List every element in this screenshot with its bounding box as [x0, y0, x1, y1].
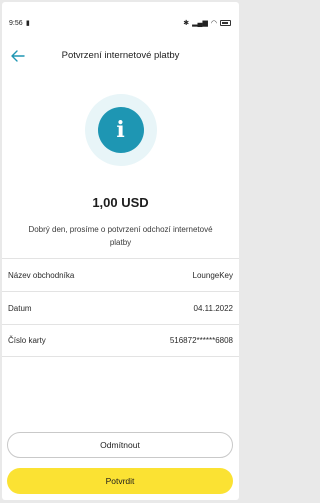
detail-value: 516872******6808: [169, 336, 233, 345]
detail-label: Číslo karty: [8, 336, 46, 345]
detail-row-merchant: Název obchodníka LoungeKey: [2, 258, 239, 291]
phone-screen: 9:56 ▮ ✱ ▂▄▆ ◠ Potvrzení internetové pla…: [2, 2, 239, 500]
detail-label: Datum: [8, 303, 32, 313]
status-bar: 9:56 ▮ ✱ ▂▄▆ ◠: [2, 2, 239, 38]
battery-icon: [220, 20, 231, 26]
payment-amount: 1,00 USD: [92, 195, 149, 210]
bluetooth-icon: ✱: [183, 20, 190, 27]
confirmation-message: Dobrý den, prosíme o potvrzení odchozí i…: [28, 225, 213, 247]
status-icons: ✱ ▂▄▆ ◠: [183, 19, 231, 27]
detail-value: 04.11.2022: [193, 303, 233, 313]
page-title: Potvrzení internetové platby: [61, 50, 180, 61]
confirm-button[interactable]: Potvrdit: [7, 468, 233, 494]
signal-icon: ▂▄▆: [192, 20, 208, 27]
reject-button[interactable]: Odmítnout: [7, 432, 233, 458]
wifi-icon: ◠: [210, 20, 217, 27]
detail-label: Název obchodníka: [8, 270, 75, 280]
info-icon: i: [97, 107, 144, 153]
detail-row-date: Datum 04.11.2022: [2, 291, 239, 324]
payment-details: Název obchodníka LoungeKey Datum 04.11.2…: [2, 258, 239, 357]
notification-icon: ▮: [26, 20, 30, 27]
status-time: 9:56: [9, 20, 23, 27]
info-badge: i: [84, 94, 157, 166]
detail-row-card-number: Číslo karty 516872******6808: [2, 324, 239, 357]
app-bar: Potvrzení internetové platby: [2, 38, 239, 74]
detail-value: LoungeKey: [192, 270, 233, 280]
